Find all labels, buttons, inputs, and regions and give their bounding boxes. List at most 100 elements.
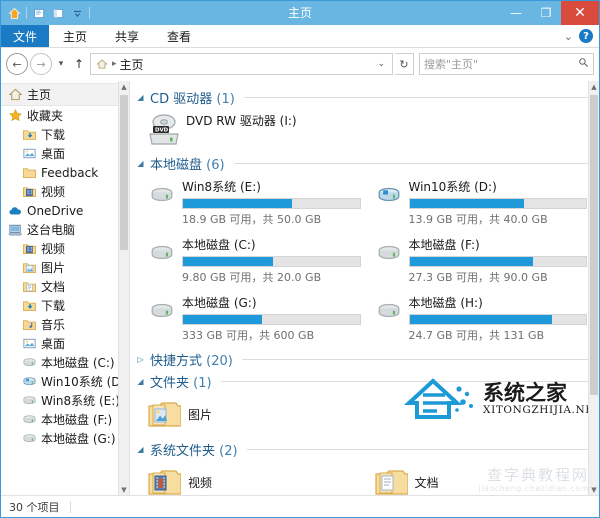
sidebar-item-3[interactable]: 桌面 xyxy=(1,144,119,163)
help-icon[interactable]: ? xyxy=(579,29,593,43)
sidebar-item-5[interactable]: 视频 xyxy=(1,182,119,201)
item-meta: DVD RW 驱动器 (I:) xyxy=(186,111,361,129)
group-toggle-icon[interactable]: ◢ xyxy=(136,445,145,454)
item-tile[interactable]: 图片 xyxy=(136,391,363,437)
group-title: 本地磁盘 (6) xyxy=(150,154,225,173)
home-icon[interactable] xyxy=(5,4,23,22)
item-meta: Win10系统 (D:)13.9 GB 可用，共 40.0 GB xyxy=(409,177,588,227)
minimize-button[interactable]: — xyxy=(501,1,531,25)
up-button[interactable]: ↑ xyxy=(70,54,88,74)
sidebar-item-11[interactable]: 下载 xyxy=(1,296,119,315)
group-items-0: DVDDVD RW 驱动器 (I:) xyxy=(136,107,589,151)
tab-view[interactable]: 查看 xyxy=(153,25,205,47)
content-scroll-thumb[interactable] xyxy=(590,95,598,395)
refresh-button[interactable]: ↻ xyxy=(395,53,414,75)
item-tile[interactable]: DVDDVD RW 驱动器 (I:) xyxy=(136,107,363,151)
content-scroll-up-arrow[interactable]: ▲ xyxy=(589,81,599,92)
group-rule xyxy=(242,359,589,360)
item-tile[interactable]: 本地磁盘 (H:)24.7 GB 可用，共 131 GB xyxy=(363,289,590,347)
sidebar-item-16[interactable]: Win8系统 (E:) xyxy=(1,391,119,410)
breadcrumb[interactable]: ▸ 主页 ⌄ xyxy=(90,53,393,75)
item-tile[interactable]: Win8系统 (E:)18.9 GB 可用，共 50.0 GB xyxy=(136,173,363,231)
tab-file[interactable]: 文件 xyxy=(1,25,49,47)
sidebar-item-15[interactable]: Win10系统 (D xyxy=(1,372,119,391)
sidebar-item-1[interactable]: 收藏夹 xyxy=(1,106,119,125)
group-header-3[interactable]: ◢文件夹 (1) xyxy=(136,371,589,391)
pictures-folder-icon xyxy=(142,397,186,431)
capacity-bar xyxy=(409,198,588,209)
sidebar-item-7[interactable]: 这台电脑 xyxy=(1,220,119,239)
navigation-pane: 主页收藏夹下载桌面Feedback视频OneDrive这台电脑视频图片文档下载音… xyxy=(1,81,130,495)
sidebar-item-13[interactable]: 桌面 xyxy=(1,334,119,353)
content-pane: ◢CD 驱动器 (1)DVDDVD RW 驱动器 (I:)◢本地磁盘 (6)Wi… xyxy=(130,81,599,495)
sidebar-item-label: 视频 xyxy=(41,240,65,257)
item-tile[interactable]: 本地磁盘 (C:)9.80 GB 可用，共 20.0 GB xyxy=(136,231,363,289)
group-header-2[interactable]: ▷快捷方式 (20) xyxy=(136,349,589,369)
search-placeholder: 搜索"主页" xyxy=(424,56,578,72)
item-meta: 图片 xyxy=(186,405,361,423)
group-toggle-icon[interactable]: ◢ xyxy=(136,377,145,386)
scroll-down-arrow[interactable]: ▼ xyxy=(119,484,129,495)
sidebar-item-10[interactable]: 文档 xyxy=(1,277,119,296)
item-name: DVD RW 驱动器 (I:) xyxy=(186,112,361,129)
chevron-down-icon[interactable]: ⌄ xyxy=(564,30,573,43)
sidebar-item-0[interactable]: 主页 xyxy=(1,83,119,106)
cloud-icon xyxy=(7,203,23,219)
item-meta: 本地磁盘 (F:)27.3 GB 可用，共 90.0 GB xyxy=(409,235,588,285)
item-tile[interactable]: 本地磁盘 (F:)27.3 GB 可用，共 90.0 GB xyxy=(363,231,590,289)
item-name: 本地磁盘 (H:) xyxy=(409,294,588,311)
drive-win-icon xyxy=(21,374,37,390)
group-header-1[interactable]: ◢ 本地磁盘 (6) xyxy=(136,153,589,173)
breadcrumb-current[interactable]: 主页 xyxy=(120,56,144,73)
group-toggle-icon[interactable]: ◢ xyxy=(136,159,145,168)
sidebar-scrollbar[interactable]: ▲ ▼ xyxy=(118,81,129,495)
close-button[interactable]: ✕ xyxy=(561,1,599,25)
sidebar-item-12[interactable]: 音乐 xyxy=(1,315,119,334)
forward-button[interactable]: → xyxy=(30,53,52,75)
sidebar-item-14[interactable]: 本地磁盘 (C:) xyxy=(1,353,119,372)
address-dropdown-icon[interactable]: ⌄ xyxy=(374,59,388,69)
customize-caret-icon[interactable] xyxy=(68,4,86,22)
scroll-up-arrow[interactable]: ▲ xyxy=(119,81,129,92)
group-toggle-icon[interactable]: ▷ xyxy=(136,355,145,364)
item-name: 图片 xyxy=(186,406,361,423)
new-folder-icon[interactable] xyxy=(30,4,48,22)
content-scroll-down-arrow[interactable]: ▼ xyxy=(589,484,599,495)
capacity-bar xyxy=(182,198,361,209)
recent-locations-button[interactable]: ▾ xyxy=(54,54,68,74)
sidebar-item-label: 这台电脑 xyxy=(27,221,75,238)
sidebar-item-label: 音乐 xyxy=(41,316,65,333)
item-tile[interactable]: 视频 xyxy=(136,459,363,495)
item-tile[interactable]: 本地磁盘 (G:)333 GB 可用，共 600 GB xyxy=(136,289,363,347)
tab-home[interactable]: 主页 xyxy=(49,25,101,47)
group-header-0[interactable]: ◢CD 驱动器 (1) xyxy=(136,87,589,107)
content-scrollbar[interactable]: ▲ ▼ xyxy=(588,81,599,495)
search-icon[interactable] xyxy=(578,57,589,71)
group-toggle-icon[interactable]: ◢ xyxy=(136,93,145,102)
home-icon[interactable] xyxy=(95,57,109,71)
window-controls: — ❐ ✕ xyxy=(501,1,599,25)
properties-icon[interactable] xyxy=(49,4,67,22)
item-name: 本地磁盘 (G:) xyxy=(182,294,361,311)
sidebar-item-8[interactable]: 视频 xyxy=(1,239,119,258)
sidebar-item-9[interactable]: 图片 xyxy=(1,258,119,277)
item-tile[interactable]: Win10系统 (D:)13.9 GB 可用，共 40.0 GB xyxy=(363,173,590,231)
ribbon-right-controls: ⌄ ? xyxy=(564,25,599,47)
sidebar-item-17[interactable]: 本地磁盘 (F:) xyxy=(1,410,119,429)
sidebar-item-18[interactable]: 本地磁盘 (G:) xyxy=(1,429,119,448)
sidebar-item-2[interactable]: 下载 xyxy=(1,125,119,144)
maximize-button[interactable]: ❐ xyxy=(531,1,561,25)
breadcrumb-separator[interactable]: ▸ xyxy=(112,59,117,69)
sidebar-item-label: 视频 xyxy=(41,183,65,200)
group-header-4[interactable]: ◢系统文件夹 (2) xyxy=(136,439,589,459)
group-rule xyxy=(247,449,589,450)
sidebar-item-4[interactable]: Feedback xyxy=(1,163,119,182)
item-tile[interactable]: 文档 xyxy=(363,459,590,495)
back-button[interactable]: ← xyxy=(6,53,28,75)
sidebar-item-6[interactable]: OneDrive xyxy=(1,201,119,220)
group-items-3: 图片 xyxy=(136,391,589,437)
sidebar-scroll-thumb[interactable] xyxy=(120,95,128,250)
item-name: 文档 xyxy=(413,474,588,491)
search-input[interactable]: 搜索"主页" xyxy=(419,53,594,75)
tab-share[interactable]: 共享 xyxy=(101,25,153,47)
